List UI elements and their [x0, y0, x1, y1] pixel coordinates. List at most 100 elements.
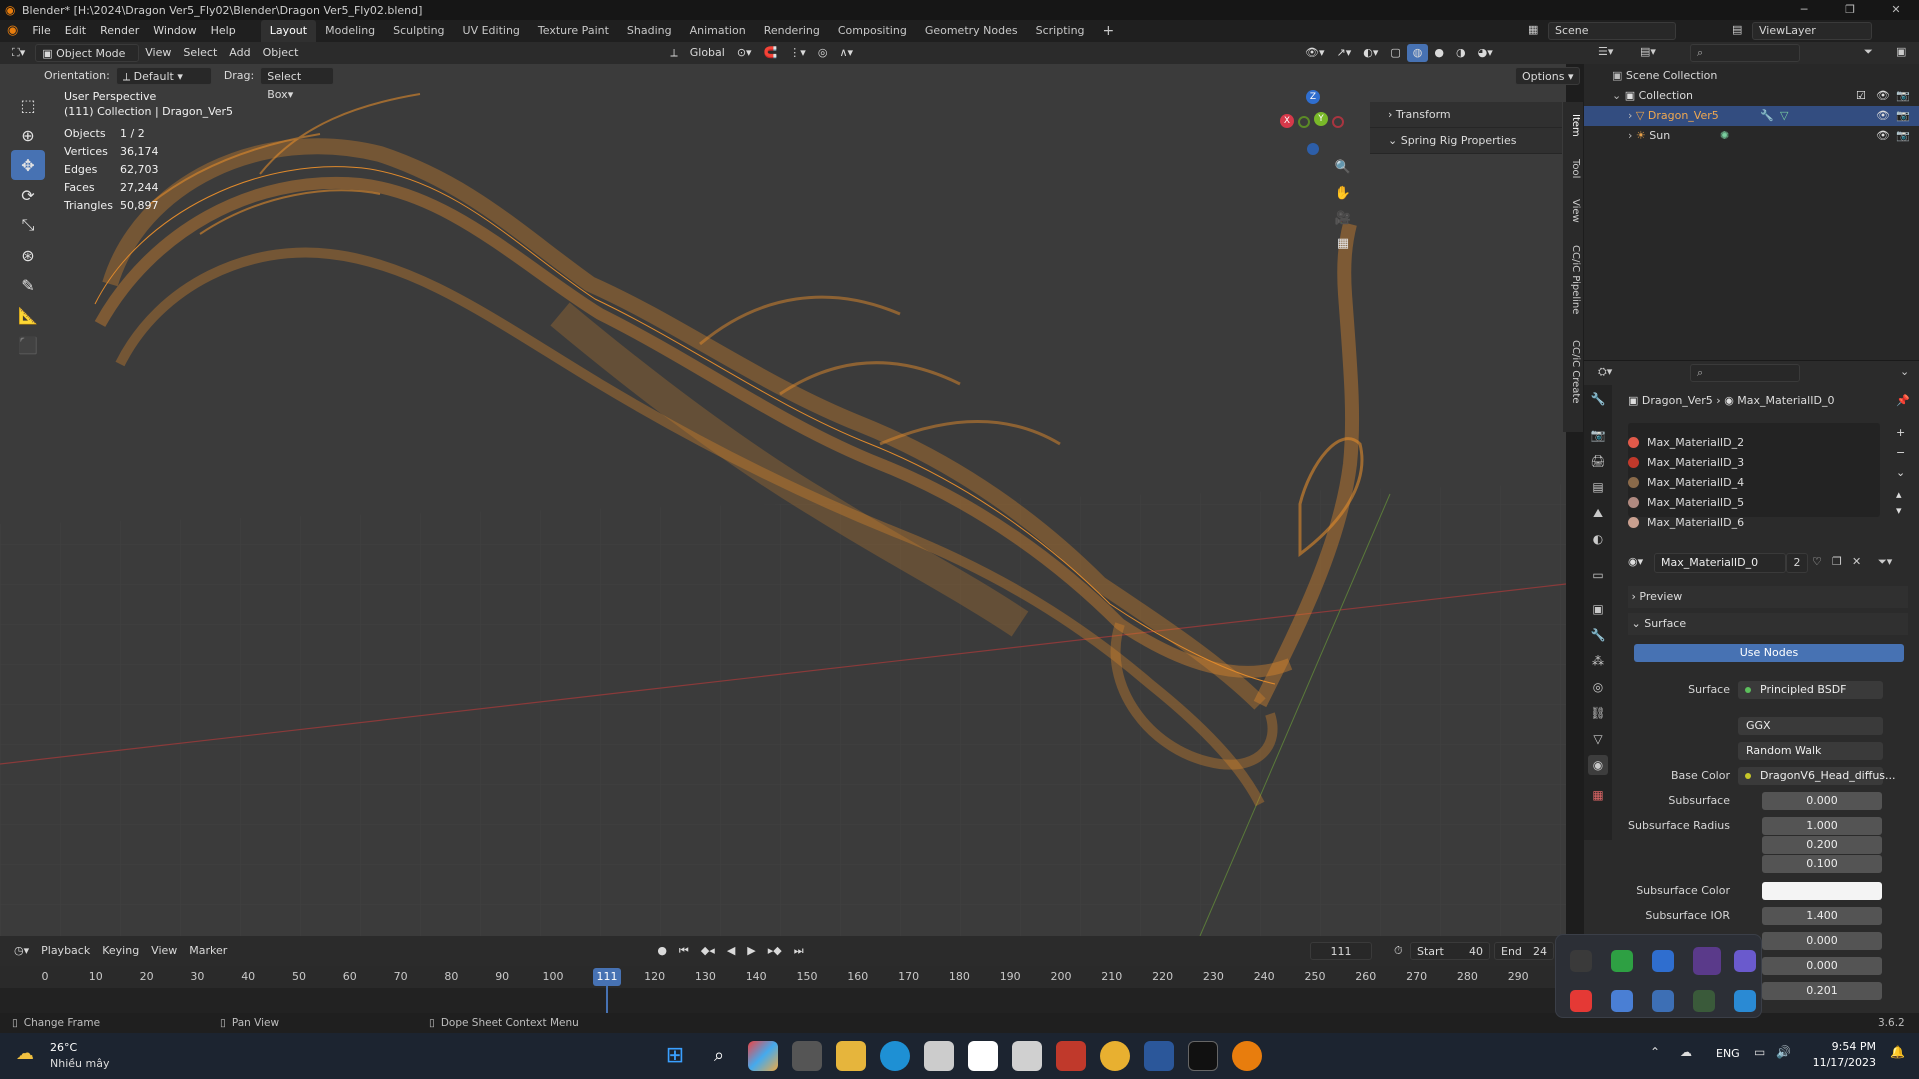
menu-select[interactable]: Select — [177, 44, 223, 62]
tab-layout[interactable]: Layout — [260, 20, 317, 42]
gizmo-neg-x[interactable] — [1332, 116, 1344, 128]
transform-section[interactable]: › Transform — [1370, 102, 1562, 128]
tray-app-icon[interactable] — [1734, 950, 1756, 972]
menu-playback[interactable]: Playback — [35, 942, 96, 960]
tab-compositing[interactable]: Compositing — [829, 20, 916, 42]
tray-app-icon[interactable] — [1570, 950, 1592, 972]
search-icon[interactable]: ⌕ — [704, 1041, 734, 1071]
subsurface-ior-field[interactable]: 1.400 — [1762, 907, 1882, 925]
tab-animation[interactable]: Animation — [681, 20, 755, 42]
slot-menu-button[interactable]: ⌄ — [1896, 466, 1905, 479]
timeline-ruler[interactable]: 0102030405060708090100110120130140150160… — [0, 966, 1584, 988]
properties-search[interactable]: ⌕ — [1690, 364, 1800, 382]
mode-selector[interactable]: ▣ Object Mode ▾ — [35, 44, 140, 78]
outliner-row-scene-collection[interactable]: ▣ Scene Collection — [1584, 66, 1919, 86]
3d-viewport[interactable]: ⬚ ⊕ ✥ ⟳ ⤡ ⊛ ✎ 📐 ⬛ User Perspective (111)… — [0, 64, 1566, 936]
pin-icon[interactable]: 📌 — [1896, 394, 1910, 407]
widgets-icon[interactable] — [748, 1041, 778, 1071]
tray-app-icon[interactable] — [1570, 990, 1592, 1012]
proportional-edit-icon[interactable]: ◎ — [812, 44, 834, 62]
tab-cc-create[interactable]: CC/iC Create — [1565, 332, 1581, 412]
cursor-tool[interactable]: ⊕ — [11, 120, 45, 150]
tray-app-icon[interactable] — [1611, 990, 1633, 1012]
camera-render-icon[interactable]: 📷 — [1896, 106, 1910, 126]
chevron-up-icon[interactable]: ⌃ — [1650, 1045, 1660, 1059]
viewlayer-selector[interactable]: ViewLayer — [1752, 22, 1872, 40]
tab-shading[interactable]: Shading — [618, 20, 681, 42]
filter-icon[interactable]: ⏷ — [1864, 45, 1873, 59]
drag-selector[interactable]: Select Box▾ — [260, 67, 335, 101]
gizmo-y-axis[interactable]: Y — [1314, 112, 1328, 126]
remove-slot-button[interactable]: − — [1896, 446, 1905, 459]
weather-icon[interactable]: ☁ — [16, 1043, 42, 1067]
gizmo-x-axis[interactable]: X — [1280, 114, 1294, 128]
material-slot[interactable]: Max_MaterialID_3 — [1628, 453, 1868, 473]
gizmo-toggle-icon[interactable]: ↗▾ — [1331, 44, 1358, 62]
move-up-button[interactable]: ▴ — [1896, 488, 1902, 501]
stopwatch-icon[interactable]: ⏱ — [1388, 942, 1409, 960]
menu-marker[interactable]: Marker — [183, 942, 233, 960]
gizmo-neg-z[interactable] — [1307, 143, 1319, 155]
outliner-row-sun[interactable]: › ☀ Sun ✺ 👁 📷 — [1584, 126, 1919, 146]
cloud-icon[interactable]: ☁ — [1680, 1045, 1692, 1059]
link-menu-icon[interactable]: ⏷▾ — [1878, 555, 1892, 569]
gizmo-neg-y[interactable] — [1298, 116, 1310, 128]
scale-tool[interactable]: ⤡ — [11, 210, 45, 240]
jump-keyframe-back-icon[interactable]: ◆◂ — [695, 942, 721, 960]
record-icon[interactable]: ● — [651, 942, 673, 960]
use-nodes-button[interactable]: Use Nodes — [1634, 644, 1904, 662]
add-cube-tool[interactable]: ⬛ — [11, 330, 45, 360]
preview-section[interactable]: › Preview — [1628, 586, 1908, 608]
network-icon[interactable]: ▭ — [1754, 1045, 1765, 1059]
falloff-icon[interactable]: ∧▾ — [833, 44, 859, 62]
tab-texture-paint[interactable]: Texture Paint — [529, 20, 618, 42]
transform-orientation-selector[interactable]: Global — [684, 44, 731, 62]
property-field[interactable]: 0.201 — [1762, 982, 1882, 1000]
blender-taskbar-icon[interactable] — [1232, 1041, 1262, 1071]
menu-view[interactable]: View — [139, 44, 177, 62]
pivot-icon[interactable]: ⊙▾ — [731, 44, 758, 62]
eye-icon[interactable]: 👁 — [1876, 126, 1890, 146]
blender-menu-icon[interactable]: ◉ — [0, 20, 25, 42]
task-view-icon[interactable] — [792, 1041, 822, 1071]
editor-type-icon[interactable]: ☰▾ — [1598, 45, 1613, 58]
physics-tab-icon[interactable]: ◎ — [1588, 677, 1608, 697]
world-tab-icon[interactable]: ◐ — [1588, 529, 1608, 549]
store-icon[interactable] — [968, 1041, 998, 1071]
material-browse-icon[interactable]: ◉▾ — [1628, 555, 1643, 568]
modifier-tab-icon[interactable]: 🔧 — [1588, 625, 1608, 645]
tab-cc-pipeline[interactable]: CC/iC Pipeline — [1565, 240, 1581, 320]
constraints-tab-icon[interactable]: ⛓ — [1588, 703, 1608, 723]
perspective-grid-icon[interactable]: ▦ — [1331, 232, 1355, 256]
tray-app-icon[interactable] — [1693, 990, 1715, 1012]
tab-modeling[interactable]: Modeling — [316, 20, 384, 42]
material-slot[interactable]: Max_MaterialID_5 — [1628, 493, 1868, 513]
word-icon[interactable] — [1144, 1041, 1174, 1071]
editor-type-icon[interactable]: ◷▾ — [8, 942, 35, 960]
editor-type-icon[interactable]: ⛶▾ — [6, 44, 31, 62]
surface-shader-field[interactable]: Principled BSDF — [1738, 681, 1883, 699]
jump-start-icon[interactable]: ⏮ — [673, 942, 695, 960]
rendered-shading-button[interactable]: ◕▾ — [1472, 44, 1499, 62]
wireframe-shading-button[interactable]: ◍ — [1406, 44, 1429, 62]
eye-icon[interactable]: 👁 — [1876, 106, 1890, 126]
terminal-icon[interactable] — [1188, 1041, 1218, 1071]
add-slot-button[interactable]: + — [1896, 426, 1905, 439]
spring-rig-section[interactable]: ⌄ Spring Rig Properties — [1370, 128, 1562, 154]
pan-hand-icon[interactable]: ✋ — [1331, 182, 1355, 206]
menu-window[interactable]: Window — [146, 20, 203, 42]
file-explorer-icon[interactable] — [836, 1041, 866, 1071]
tab-rendering[interactable]: Rendering — [755, 20, 829, 42]
editor-type-icon[interactable]: ⛭▾ — [1598, 365, 1612, 379]
tray-app-icon[interactable] — [1693, 947, 1721, 975]
move-down-button[interactable]: ▾ — [1896, 504, 1902, 517]
material-users-count[interactable]: 2 — [1786, 553, 1808, 573]
output-tab-icon[interactable]: 🖨 — [1588, 451, 1608, 471]
annotate-tool[interactable]: ✎ — [11, 270, 45, 300]
overlay-toggle-icon[interactable]: ◐▾ — [1357, 44, 1384, 62]
render-tab-icon[interactable]: 📷 — [1588, 425, 1608, 445]
property-field[interactable]: 0.000 — [1762, 932, 1882, 950]
close-button[interactable]: ✕ — [1873, 0, 1919, 20]
subsurface-radius-x[interactable]: 1.000 — [1762, 817, 1882, 835]
tab-view[interactable]: View — [1565, 196, 1581, 226]
